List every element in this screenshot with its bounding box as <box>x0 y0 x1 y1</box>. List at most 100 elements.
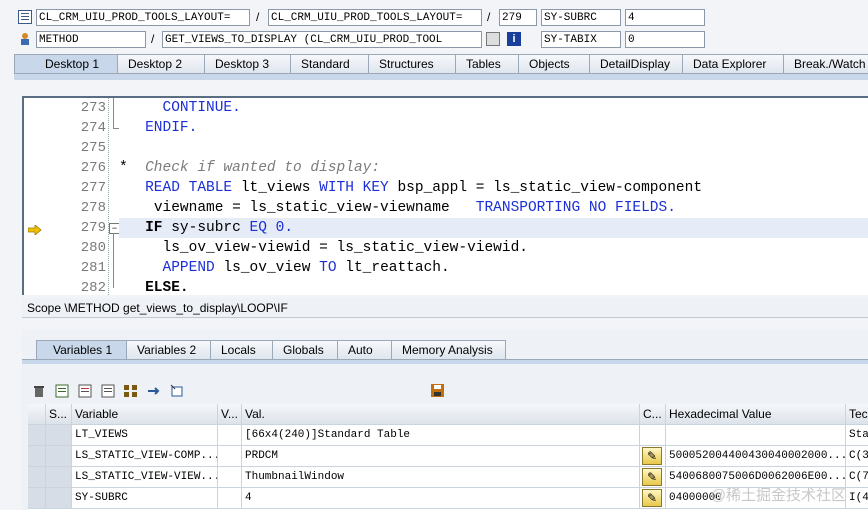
tab-standard[interactable]: Standard <box>290 54 369 73</box>
column-header[interactable] <box>28 404 46 424</box>
change-cell: ✎ <box>640 467 666 487</box>
tab-detail-display[interactable]: DetailDisplay <box>589 54 683 73</box>
tab-locals[interactable]: Locals <box>210 340 273 359</box>
select-icon[interactable] <box>168 383 185 399</box>
tab-memory-analysis[interactable]: Memory Analysis <box>391 340 506 359</box>
code-line: IF sy-subrc EQ 0. <box>119 218 868 238</box>
tab-auto[interactable]: Auto <box>337 340 392 359</box>
sysvar-value-field-1[interactable]: 4 <box>625 9 705 26</box>
code-line: ls_ov_view-viewid = ls_static_view-viewi… <box>119 238 868 258</box>
method-name-field[interactable]: GET_VIEWS_TO_DISPLAY (CL_CRM_UIU_PROD_TO… <box>162 31 482 48</box>
sysvar-name-field-2[interactable]: SY-TABIX <box>541 31 621 48</box>
code-line: READ TABLE lt_views WITH KEY bsp_appl = … <box>119 178 868 198</box>
line-field[interactable]: 279 <box>499 9 537 26</box>
variable-cell[interactable]: SY-SUBRC <box>72 488 218 508</box>
code-token: READ TABLE <box>145 180 233 196</box>
table-row[interactable]: LS_STATIC_VIEW-COMP... PRDCM ✎ 500052004400… <box>28 446 868 467</box>
tab-break-watch[interactable]: Break./Watch <box>783 54 868 73</box>
code-token: viewname = ls_static_view-viewname <box>153 200 476 216</box>
code-indent: * <box>119 160 146 176</box>
code-token: WITH KEY <box>319 180 389 196</box>
change-cell: ✎ <box>640 488 666 508</box>
code-token: CONTINUE. <box>162 100 241 116</box>
column-header[interactable]: C... <box>640 404 666 424</box>
separator: / <box>256 10 260 24</box>
row-selector[interactable] <box>28 425 46 445</box>
navigate-icon[interactable] <box>145 383 162 399</box>
tab-desktop-1[interactable]: Desktop 1 <box>14 54 118 73</box>
hierarchy-icon[interactable] <box>122 383 139 399</box>
code-token: APPEND <box>162 260 215 276</box>
line-number: 274 <box>80 120 106 136</box>
variable-tabs: Variables 1 Variables 2 Locals Globals A… <box>36 340 506 360</box>
table-row[interactable]: LT_VIEWS [66x4(240)]Standard Table Stan <box>28 425 868 446</box>
tab-data-explorer[interactable]: Data Explorer <box>682 54 784 73</box>
tab-tables[interactable]: Tables <box>455 54 519 73</box>
code-token: ls_ov_view-viewid = ls_static_view-viewi… <box>162 240 528 256</box>
tab-globals[interactable]: Globals <box>272 340 338 359</box>
code-line: ELSE. <box>119 278 868 295</box>
info-icon[interactable]: i <box>507 32 521 46</box>
tab-structures[interactable]: Structures <box>368 54 456 73</box>
status-cell <box>46 425 72 445</box>
row-selector[interactable] <box>28 467 46 487</box>
status-cell <box>46 467 72 487</box>
breakpoint-gutter[interactable] <box>24 98 50 295</box>
column-header[interactable]: V... <box>218 404 242 424</box>
separator: / <box>151 32 155 46</box>
include-field[interactable]: CL_CRM_UIU_PROD_TOOLS_LAYOUT= <box>268 9 482 26</box>
program-field[interactable]: CL_CRM_UIU_PROD_TOOLS_LAYOUT= <box>36 9 250 26</box>
variable-cell[interactable]: LS_STATIC_VIEW-COMP... <box>72 446 218 466</box>
variable-cell[interactable]: LS_STATIC_VIEW-VIEW... <box>72 467 218 487</box>
load-variables-icon[interactable] <box>99 383 116 399</box>
insert-icon[interactable] <box>53 383 70 399</box>
column-header[interactable]: S... <box>46 404 72 424</box>
variable-tab-underline <box>22 359 868 364</box>
row-selector[interactable] <box>28 488 46 508</box>
column-header[interactable]: Tec <box>846 404 868 424</box>
save-variables-icon[interactable] <box>76 383 93 399</box>
line-number: 282 <box>80 280 106 295</box>
current-line-arrow-icon <box>27 224 42 238</box>
code-token: lt_views <box>232 180 320 196</box>
column-header[interactable]: Val. <box>242 404 640 424</box>
code-line: CONTINUE. <box>119 98 868 118</box>
type-field[interactable]: METHOD <box>36 31 146 48</box>
column-header[interactable]: Hexadecimal Value <box>666 404 846 424</box>
column-header[interactable]: Variable <box>72 404 218 424</box>
tab-variables-2[interactable]: Variables 2 <box>126 340 211 359</box>
variable-cell[interactable]: LT_VIEWS <box>72 425 218 445</box>
save-icon[interactable] <box>429 382 446 398</box>
status-cell <box>46 446 72 466</box>
code-token: ELSE. <box>145 280 189 295</box>
code-token: TO <box>319 260 337 276</box>
tab-variables-1[interactable]: Variables 1 <box>36 340 127 359</box>
edit-pencil-icon[interactable]: ✎ <box>642 489 662 507</box>
code-token: IF <box>145 220 163 236</box>
sysvar-value-field-2[interactable]: 0 <box>625 31 705 48</box>
code-editor[interactable]: 273 274 275 276 277 278 279 280 281 282 − CONTINU… <box>22 96 868 295</box>
tab-desktop-3[interactable]: Desktop 3 <box>204 54 291 73</box>
sysvar-name-field-1[interactable]: SY-SUBRC <box>541 9 621 26</box>
technical-type-cell: C(30 <box>846 446 868 466</box>
line-number: 278 <box>80 200 106 216</box>
tab-objects[interactable]: Objects <box>518 54 590 73</box>
hex-cell <box>666 425 846 445</box>
code-line: viewname = ls_static_view-viewname TRANS… <box>119 198 868 218</box>
edit-pencil-icon[interactable]: ✎ <box>642 447 662 465</box>
row-selector[interactable] <box>28 446 46 466</box>
tab-desktop-2[interactable]: Desktop 2 <box>117 54 205 73</box>
code-line: ENDIF. <box>119 118 868 138</box>
status-cell <box>46 488 72 508</box>
line-numbers: 273 274 275 276 277 278 279 280 281 282 <box>50 98 109 295</box>
line-number: 279 <box>80 220 106 236</box>
delete-icon[interactable] <box>30 383 47 399</box>
line-number: 273 <box>80 100 106 116</box>
desktop-tabs: Desktop 1 Desktop 2 Desktop 3 Standard S… <box>14 54 868 74</box>
navigate-icon[interactable] <box>486 32 500 46</box>
edit-pencil-icon[interactable]: ✎ <box>642 468 662 486</box>
view-cell <box>218 446 242 466</box>
separator: / <box>487 10 491 24</box>
